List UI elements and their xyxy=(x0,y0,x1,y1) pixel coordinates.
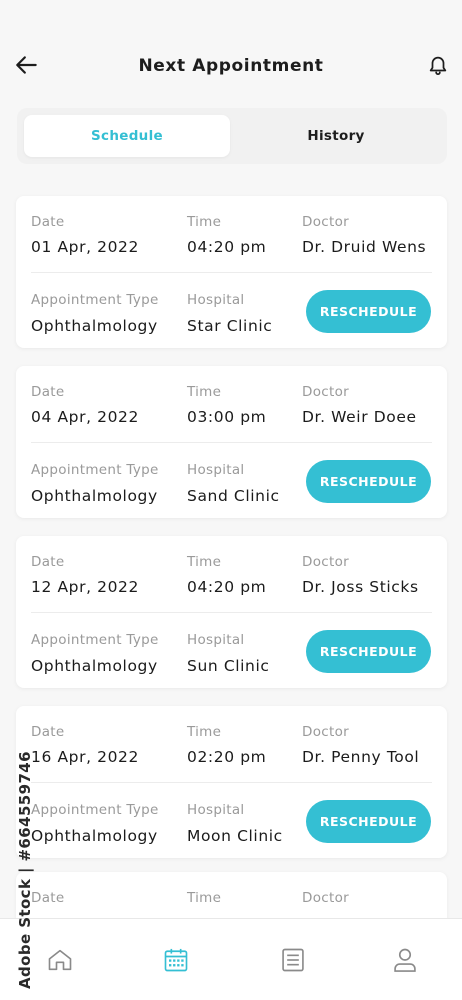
hospital-label: Hospital xyxy=(187,462,245,478)
tab-schedule[interactable]: Schedule xyxy=(24,115,230,157)
time-value: 03:00 pm xyxy=(187,408,267,426)
hospital-value: Sun Clinic xyxy=(187,657,270,675)
top-bar: Next Appointment xyxy=(0,0,462,100)
hospital-value: Sand Clinic xyxy=(187,487,280,505)
hospital-value: Moon Clinic xyxy=(187,827,283,845)
doctor-label: Doctor xyxy=(302,890,349,906)
hospital-value: Star Clinic xyxy=(187,317,273,335)
time-value: 04:20 pm xyxy=(187,238,267,256)
appointment-type-value: Ophthalmology xyxy=(31,317,158,335)
hospital-label: Hospital xyxy=(187,802,245,818)
date-value: 01 Apr, 2022 xyxy=(31,238,139,256)
date-label: Date xyxy=(31,214,65,230)
bottom-nav xyxy=(0,918,462,1000)
appointment-type-value: Ophthalmology xyxy=(31,487,158,505)
divider xyxy=(31,782,432,783)
time-value: 02:20 pm xyxy=(187,748,267,766)
reschedule-button[interactable]: RESCHEDULE xyxy=(306,290,431,333)
time-label: Time xyxy=(187,214,222,230)
date-value: 04 Apr, 2022 xyxy=(31,408,139,426)
doctor-value: Dr. Weir Doee xyxy=(302,408,417,426)
nav-calendar[interactable] xyxy=(159,943,193,977)
appointment-type-value: Ophthalmology xyxy=(31,657,158,675)
list-icon xyxy=(282,948,304,972)
doctor-value: Dr. Druid Wens xyxy=(302,238,427,256)
reschedule-button[interactable]: RESCHEDULE xyxy=(306,460,431,503)
doctor-label: Doctor xyxy=(302,384,349,400)
appointment-type-label: Appointment Type xyxy=(31,632,159,648)
date-label: Date xyxy=(31,384,65,400)
profile-icon xyxy=(394,948,416,972)
doctor-value: Dr. Penny Tool xyxy=(302,748,420,766)
appointment-card: Date Time Doctor 04 Apr, 2022 03:00 pm D… xyxy=(16,366,447,518)
hospital-label: Hospital xyxy=(187,292,245,308)
calendar-icon xyxy=(164,948,188,972)
time-value: 04:20 pm xyxy=(187,578,267,596)
notifications-button[interactable] xyxy=(423,50,453,80)
doctor-value: Dr. Joss Sticks xyxy=(302,578,419,596)
divider xyxy=(31,612,432,613)
appointment-type-label: Appointment Type xyxy=(31,292,159,308)
appointment-type-label: Appointment Type xyxy=(31,462,159,478)
appointment-type-label: Appointment Type xyxy=(31,802,159,818)
date-label: Date xyxy=(31,890,65,906)
doctor-label: Doctor xyxy=(302,724,349,740)
appointment-card: Date Time Doctor xyxy=(16,872,447,918)
doctor-label: Doctor xyxy=(302,554,349,570)
time-label: Time xyxy=(187,384,222,400)
date-label: Date xyxy=(31,724,65,740)
appointment-card: Date Time Doctor 12 Apr, 2022 04:20 pm D… xyxy=(16,536,447,688)
date-value: 12 Apr, 2022 xyxy=(31,578,139,596)
time-label: Time xyxy=(187,890,222,906)
doctor-label: Doctor xyxy=(302,214,349,230)
divider xyxy=(31,442,432,443)
stock-watermark: Adobe Stock | #664559746 xyxy=(14,751,36,989)
appointment-type-value: Ophthalmology xyxy=(31,827,158,845)
nav-profile[interactable] xyxy=(388,943,422,977)
reschedule-button[interactable]: RESCHEDULE xyxy=(306,800,431,843)
page-title: Next Appointment xyxy=(138,56,324,76)
tab-bar: Schedule History xyxy=(17,108,447,164)
time-label: Time xyxy=(187,724,222,740)
nav-list[interactable] xyxy=(276,943,310,977)
bell-icon xyxy=(429,56,447,76)
tab-history[interactable]: History xyxy=(232,115,440,157)
appointment-card: Date Time Doctor 16 Apr, 2022 02:20 pm D… xyxy=(16,706,447,858)
date-label: Date xyxy=(31,554,65,570)
date-value: 16 Apr, 2022 xyxy=(31,748,139,766)
appointment-card: Date Time Doctor 01 Apr, 2022 04:20 pm D… xyxy=(16,196,447,348)
home-icon xyxy=(48,949,72,971)
time-label: Time xyxy=(187,554,222,570)
reschedule-button[interactable]: RESCHEDULE xyxy=(306,630,431,673)
nav-home[interactable] xyxy=(43,943,77,977)
watermark-text: Adobe Stock | #664559746 xyxy=(16,750,34,989)
divider xyxy=(31,272,432,273)
hospital-label: Hospital xyxy=(187,632,245,648)
